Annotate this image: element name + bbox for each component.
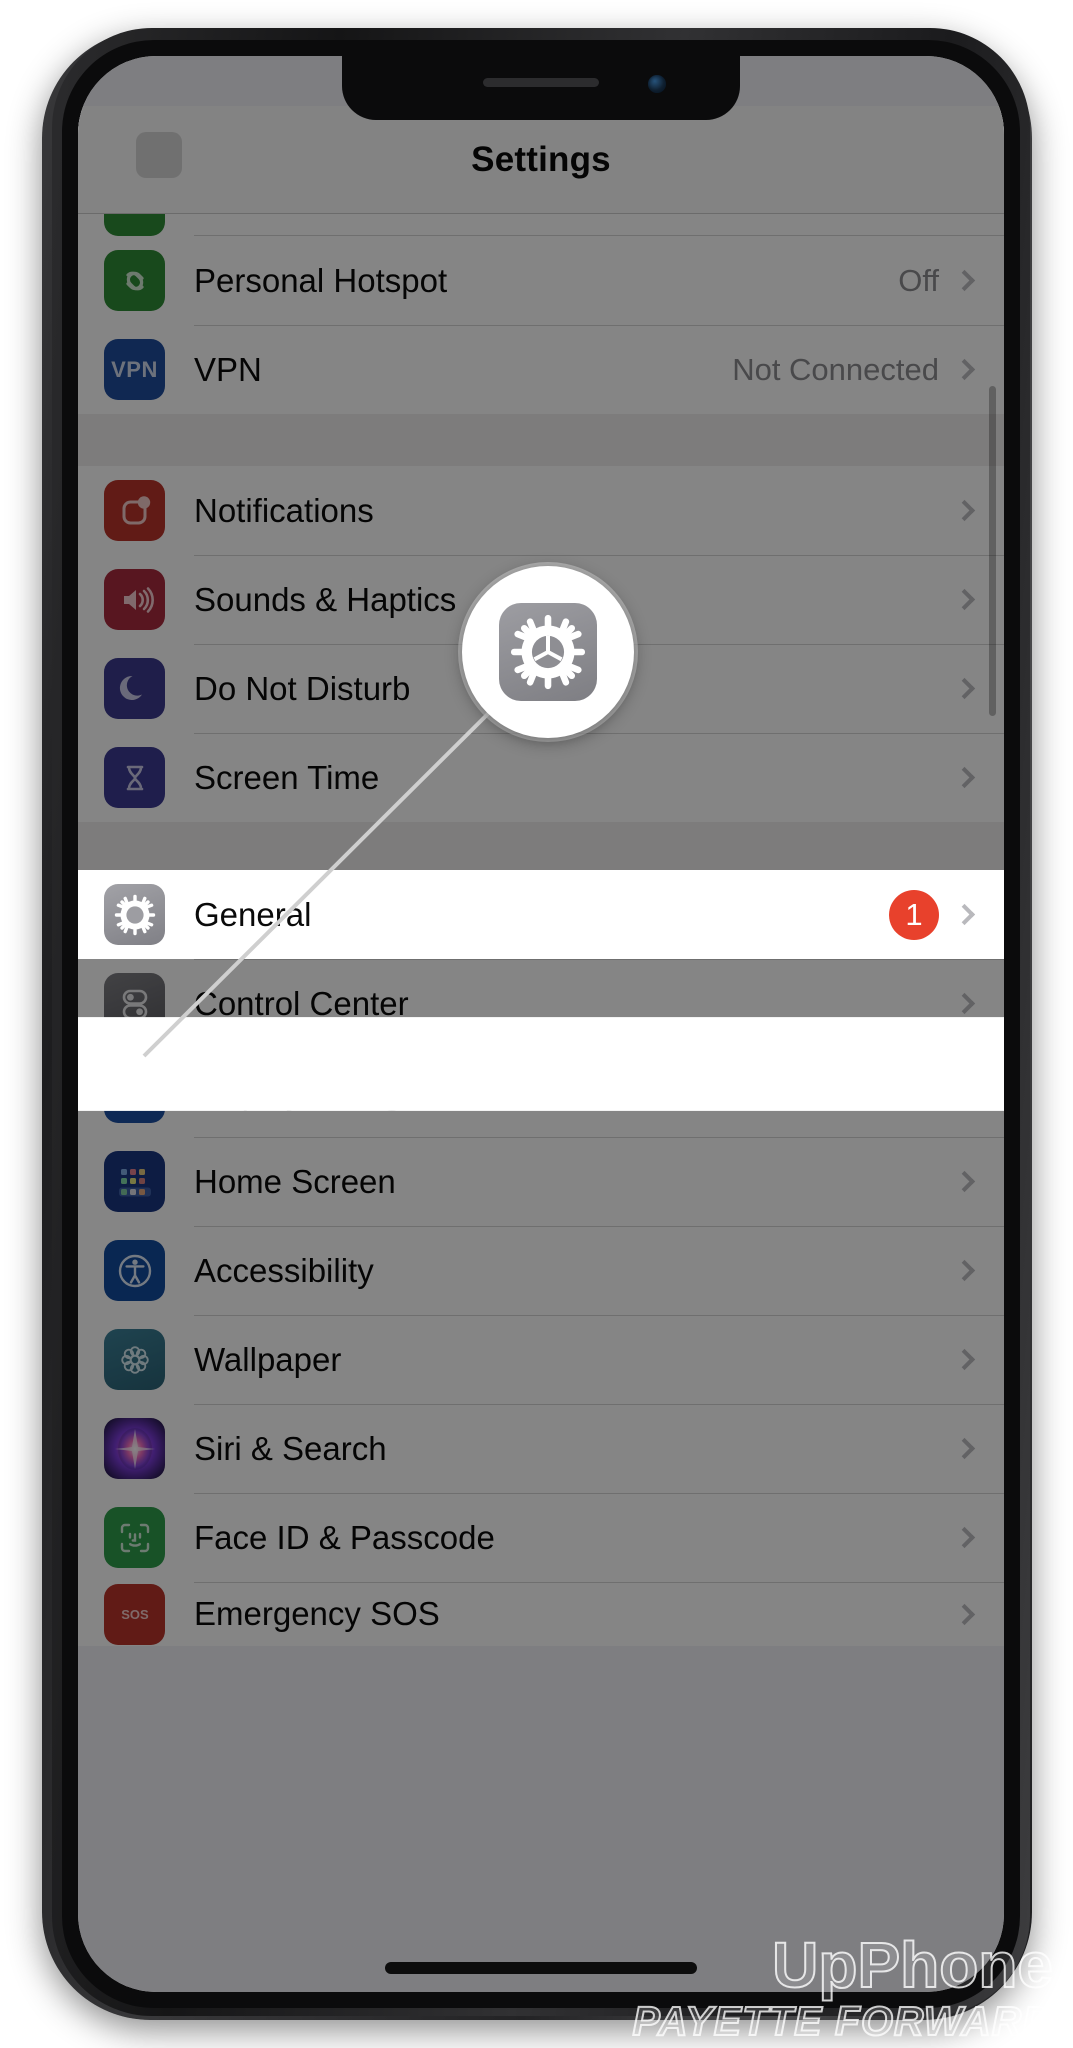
magnifier-callout [462,566,634,738]
chevron-right-icon [953,677,976,700]
siri-icon [104,1418,165,1479]
list-item-vpn[interactable]: VPN VPN Not Connected [78,325,1004,414]
screenshot-root: Settings Personal Hotspot Off VPN VPN No… [0,0,1073,2048]
list-item-label: VPN [194,350,262,388]
vpn-icon: VPN [104,339,165,400]
front-camera [648,75,666,93]
list-item-personal-hotspot[interactable]: Personal Hotspot Off [78,236,1004,325]
list-item-home-screen[interactable]: Home Screen [78,1137,1004,1226]
list-item-label: Home Screen [194,1162,396,1200]
list-item-accessory [953,992,1004,1015]
chevron-right-icon [953,269,976,292]
navigation-bar: Settings [78,106,1004,214]
home-screen-icon [104,1151,165,1212]
list-item-label: Screen Time [194,758,380,796]
list-item-accessory [953,1437,1004,1460]
list-item-notifications[interactable]: Notifications [78,466,1004,555]
page-title: Settings [471,140,611,179]
list-item-label: Do Not Disturb [194,669,411,707]
settings-group-connectivity: Personal Hotspot Off VPN VPN Not Connect… [78,236,1004,414]
moon-icon [104,658,165,719]
list-item-emergency-sos[interactable]: SOS Emergency SOS [78,1582,1004,1646]
list-item-value: Not Connected [732,351,939,387]
chevron-right-icon [953,766,976,789]
chevron-right-icon [953,1348,976,1371]
list-item-face-id-passcode[interactable]: Face ID & Passcode [78,1493,1004,1582]
settings-group-system: General 1 Control Center Home Screen Acc… [78,870,1004,1646]
group-separator [78,822,1004,870]
list-item-accessory [953,1259,1004,1282]
phone-screen: Settings Personal Hotspot Off VPN VPN No… [78,56,1004,1992]
list-item-screen-time[interactable]: Screen Time [78,733,1004,822]
chevron-right-icon [953,1259,976,1282]
list-item-accessory: Off [898,263,1004,299]
list-item-general[interactable]: General 1 [78,870,1004,959]
gear-icon [104,884,165,945]
chevron-right-icon [953,1437,976,1460]
notch [342,56,740,120]
list-item-label: General [194,895,312,933]
faceid-icon [104,1507,165,1568]
wallpaper-icon [104,1329,165,1390]
list-item-accessory: 1 [889,889,1004,940]
carrier-icon [104,214,165,236]
hotspot-icon [104,250,165,311]
chevron-right-icon [953,992,976,1015]
chevron-right-icon [953,588,976,611]
scroll-indicator[interactable] [989,386,996,716]
blurred-artifact [136,132,182,178]
list-item-label: Accessibility [194,1251,374,1289]
accessibility-icon [104,1240,165,1301]
list-item-label: Siri & Search [194,1429,387,1467]
list-item-accessory [953,1170,1004,1193]
hourglass-icon [104,747,165,808]
settings-list[interactable]: Personal Hotspot Off VPN VPN Not Connect… [78,214,1004,1646]
chevron-right-icon [953,1526,976,1549]
svg-text:SOS: SOS [121,1607,149,1622]
list-item-label: Face ID & Passcode [194,1518,495,1556]
list-item-wallpaper[interactable]: Wallpaper [78,1315,1004,1404]
list-item-label: Sounds & Haptics [194,580,457,618]
notifications-icon [104,480,165,541]
list-item-label: Personal Hotspot [194,261,448,299]
list-item-value: Off [898,262,939,298]
home-indicator[interactable] [385,1962,697,1974]
list-item-label: Emergency SOS [194,1595,440,1632]
group-separator [78,414,1004,466]
earpiece-speaker [483,78,599,87]
list-item-accessory [953,677,1004,700]
sos-icon: SOS [104,1583,165,1645]
general-row-highlight [78,1018,1004,1110]
list-item-accessory [953,499,1004,522]
list-item-accessory [953,766,1004,789]
chevron-right-icon [953,358,976,381]
chevron-right-icon [953,499,976,522]
list-item-accessibility[interactable]: Accessibility [78,1226,1004,1315]
list-item-accessory [953,1526,1004,1549]
gear-icon [499,603,597,701]
list-item-accessory [953,1348,1004,1371]
list-item-siri-search[interactable]: Siri & Search [78,1404,1004,1493]
list-item-label: Wallpaper [194,1340,342,1378]
status-badge: 1 [889,889,939,940]
list-item-partial-top[interactable] [78,214,1004,236]
list-item-label: Notifications [194,491,374,529]
list-item-accessory [953,588,1004,611]
list-item-accessory: Not Connected [732,352,1004,388]
sounds-icon [104,569,165,630]
chevron-right-icon [953,903,976,926]
chevron-right-icon [953,1170,976,1193]
vpn-icon-text: VPN [111,356,158,382]
list-item-accessory [953,1603,1004,1625]
list-item-label: Control Center [194,984,409,1022]
chevron-right-icon [953,1603,976,1625]
